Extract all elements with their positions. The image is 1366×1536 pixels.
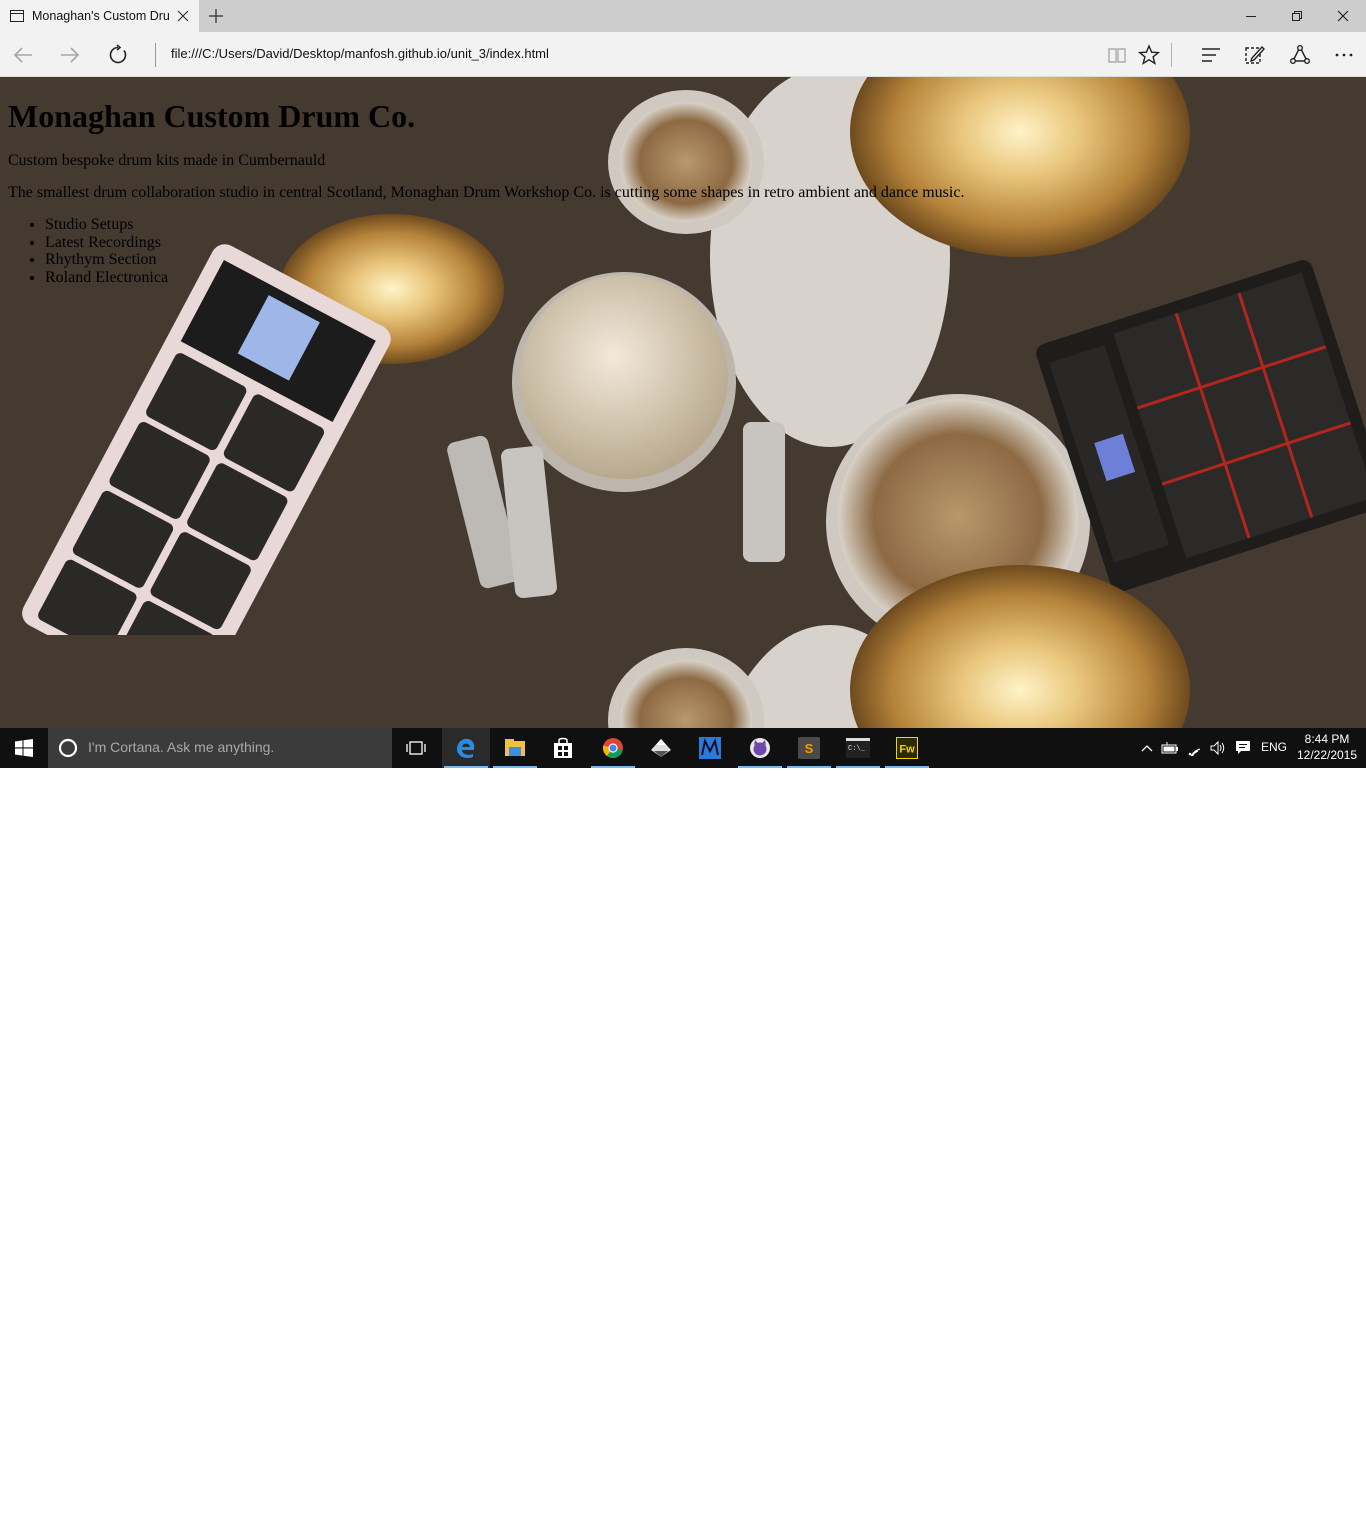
taskbar-file-explorer[interactable] <box>491 728 539 768</box>
sublime-text-icon: S <box>798 737 820 759</box>
refresh-icon <box>109 44 127 64</box>
cortana-search-box[interactable]: I'm Cortana. Ask me anything. <box>48 728 392 768</box>
taskbar-clock[interactable]: 8:44 PM 12/22/2015 <box>1296 731 1358 763</box>
tab-strip: Monaghan's Custom Dru <box>0 0 1366 32</box>
sublime-label: S <box>805 741 814 756</box>
store-icon <box>554 737 572 758</box>
close-icon <box>1337 10 1349 22</box>
battery-button[interactable] <box>1160 738 1180 758</box>
fireworks-icon: Fw <box>896 737 918 759</box>
running-indicator <box>493 766 537 768</box>
minimize-icon <box>1246 16 1256 17</box>
file-explorer-icon <box>505 739 525 756</box>
address-bar[interactable]: file:///C:/Users/David/Desktop/manfosh.g… <box>171 46 549 61</box>
inkscape-icon <box>651 739 671 757</box>
taskbar-github[interactable] <box>736 728 784 768</box>
app-m-icon <box>699 737 721 759</box>
terminal-label: C:\_ <box>848 745 866 753</box>
taskbar-terminal[interactable]: C:\_ <box>834 728 882 768</box>
chevron-up-icon <box>1141 745 1153 752</box>
running-indicator <box>787 766 831 768</box>
more-button[interactable] <box>1331 42 1357 68</box>
close-tab-icon[interactable] <box>175 8 191 24</box>
close-window-button[interactable] <box>1320 0 1366 32</box>
book-icon <box>1108 48 1126 63</box>
taskbar-fireworks[interactable]: Fw <box>883 728 931 768</box>
notifications-icon <box>1236 741 1250 754</box>
taskbar-edge[interactable] <box>442 728 490 768</box>
github-icon <box>750 738 770 758</box>
navigation-bar: file:///C:/Users/David/Desktop/manfosh.g… <box>0 32 1366 77</box>
network-button[interactable] <box>1185 738 1205 758</box>
desktop-screen: Monaghan's Custom Dru file:///C:/Users/D… <box>0 0 1366 768</box>
restore-icon <box>1292 11 1302 21</box>
search-placeholder: I'm Cortana. Ask me anything. <box>88 739 275 755</box>
refresh-button[interactable] <box>105 42 131 68</box>
hub-button[interactable] <box>1198 42 1224 68</box>
clock-time: 8:44 PM <box>1304 732 1350 746</box>
windows-logo-icon <box>15 739 33 757</box>
share-icon <box>1290 45 1310 64</box>
browser-tab[interactable]: Monaghan's Custom Dru <box>0 0 199 32</box>
star-icon <box>1138 44 1160 65</box>
running-indicator <box>738 766 782 768</box>
running-indicator <box>591 766 635 768</box>
start-button[interactable] <box>0 728 48 768</box>
page-content: Monaghan Custom Drum Co. Custom bespoke … <box>8 77 1366 286</box>
favorite-button[interactable] <box>1136 42 1162 68</box>
volume-icon <box>1210 740 1225 756</box>
task-view-button[interactable] <box>392 728 440 768</box>
taskbar-sublime-text[interactable]: S <box>785 728 833 768</box>
nav-item-roland-electronica[interactable]: Roland Electronica <box>45 269 1366 287</box>
nav-item-latest-recordings[interactable]: Latest Recordings <box>45 234 1366 252</box>
task-view-icon <box>406 741 426 755</box>
wifi-icon <box>1188 748 1201 756</box>
chrome-icon <box>602 738 623 759</box>
battery-icon <box>1161 742 1178 754</box>
minimize-button[interactable] <box>1228 0 1274 32</box>
reading-view-button[interactable] <box>1104 42 1130 68</box>
taskbar-app-m[interactable] <box>686 728 734 768</box>
site-navigation-list: Studio Setups Latest Recordings Rhythym … <box>8 216 1366 286</box>
windows-taskbar: I'm Cortana. Ask me anything. S C:\_ Fw … <box>0 728 1366 768</box>
share-button[interactable] <box>1287 42 1313 68</box>
action-center-button[interactable] <box>1233 738 1253 758</box>
page-icon <box>10 10 24 22</box>
pen-icon <box>1245 45 1265 64</box>
tagline: Custom bespoke drum kits made in Cumbern… <box>8 152 326 169</box>
forward-button[interactable] <box>57 42 83 68</box>
back-arrow-icon <box>13 47 32 63</box>
address-separator <box>155 43 156 67</box>
nav-item-rhythym-section[interactable]: Rhythym Section <box>45 251 1366 269</box>
hub-icon <box>1202 48 1220 62</box>
taskbar-inkscape[interactable] <box>637 728 685 768</box>
active-indicator <box>444 766 488 768</box>
clock-date: 12/22/2015 <box>1296 748 1358 762</box>
intro-paragraph: The smallest drum collaboration studio i… <box>8 184 965 201</box>
nav-item-studio-setups[interactable]: Studio Setups <box>45 216 1366 234</box>
edge-icon <box>457 738 475 759</box>
volume-button[interactable] <box>1208 738 1228 758</box>
restore-button[interactable] <box>1274 0 1320 32</box>
new-tab-plus-icon[interactable] <box>207 7 225 25</box>
taskbar-store[interactable] <box>539 728 587 768</box>
web-page: Monaghan Custom Drum Co. Custom bespoke … <box>0 77 1366 728</box>
tab-title: Monaghan's Custom Dru <box>32 9 170 23</box>
input-language[interactable]: ENG <box>1261 740 1287 754</box>
more-icon <box>1335 53 1353 57</box>
fireworks-label: Fw <box>899 744 915 756</box>
running-indicator <box>836 766 880 768</box>
running-indicator <box>885 766 929 768</box>
show-hidden-icons-button[interactable] <box>1137 738 1157 758</box>
cortana-icon <box>58 738 78 758</box>
terminal-icon: C:\_ <box>846 738 870 758</box>
site-heading: Monaghan Custom Drum Co. <box>8 98 416 134</box>
taskbar-chrome[interactable] <box>589 728 637 768</box>
back-button[interactable] <box>10 42 36 68</box>
toolbar-separator <box>1171 43 1172 67</box>
forward-arrow-icon <box>61 47 80 63</box>
web-note-button[interactable] <box>1242 42 1268 68</box>
